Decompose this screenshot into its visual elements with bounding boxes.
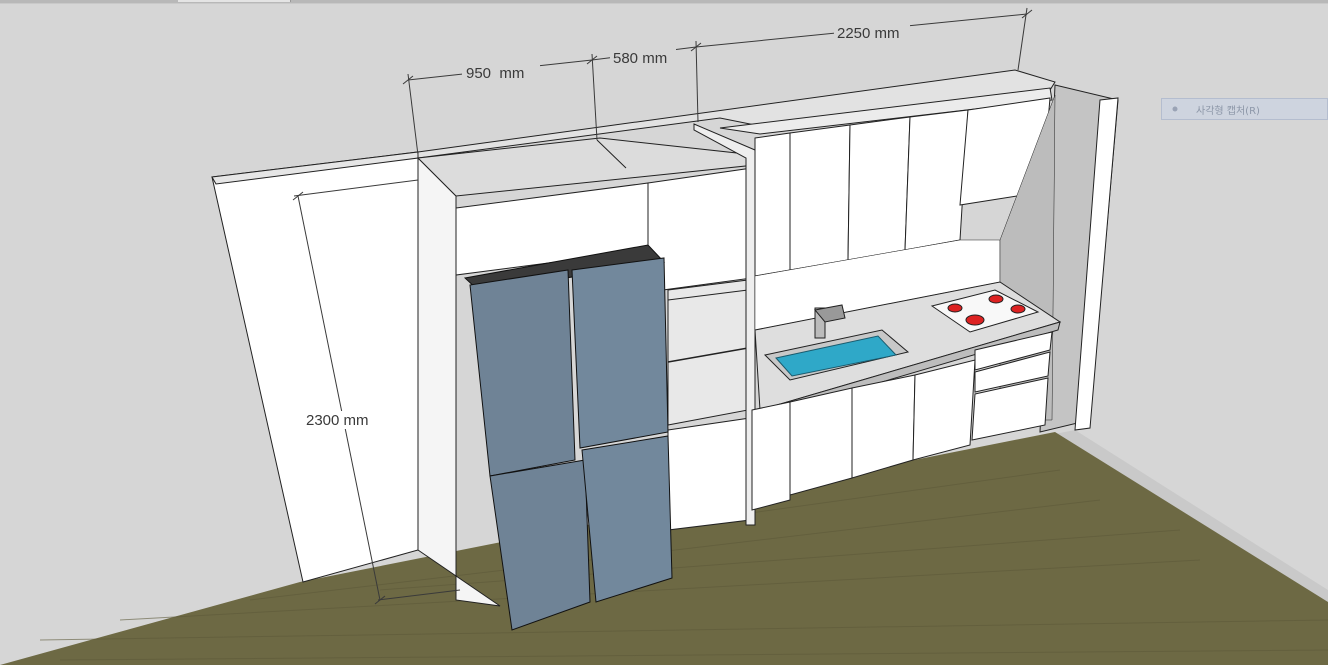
kitchen-model-scene: 950 mm 580 mm 2250 mm 2300 mm: [0, 4, 1328, 665]
dimension-label-2250[interactable]: 2250 mm: [837, 25, 900, 42]
upper-cabinet-3[interactable]: [847, 116, 911, 261]
burner-1-icon: [947, 303, 963, 313]
burner-2-icon: [988, 294, 1004, 304]
dimension-label-580[interactable]: 580 mm: [613, 50, 667, 67]
fridge-door-top-right[interactable]: [571, 257, 669, 449]
fridge-door-bottom-right[interactable]: [581, 435, 673, 603]
model-viewport[interactable]: 950 mm 580 mm 2250 mm 2300 mm 사각형 캡처(R): [0, 0, 1328, 665]
upper-cabinet-2[interactable]: [789, 124, 851, 271]
upper-cabinet-1[interactable]: [754, 132, 791, 277]
upper-cabinet-4[interactable]: [904, 109, 969, 251]
dimension-label-2300[interactable]: 2300 mm: [306, 412, 369, 429]
open-shelf: [667, 279, 749, 426]
burner-3-icon: [965, 314, 985, 326]
dimension-label-950[interactable]: 950 mm: [466, 65, 524, 82]
lower-cabinet-2[interactable]: [789, 387, 853, 496]
burner-4-icon: [1010, 304, 1026, 314]
pantry-lower: [667, 417, 751, 531]
rectangle-capture-hint[interactable]: 사각형 캡처(R): [1161, 98, 1328, 120]
rectangle-capture-label: 사각형 캡처(R): [1196, 105, 1260, 117]
lower-cabinet-4[interactable]: [912, 359, 976, 461]
lower-cabinet-1[interactable]: [751, 401, 791, 511]
capture-dot-icon: [1170, 104, 1180, 114]
lower-cabinet-3[interactable]: [851, 374, 916, 479]
